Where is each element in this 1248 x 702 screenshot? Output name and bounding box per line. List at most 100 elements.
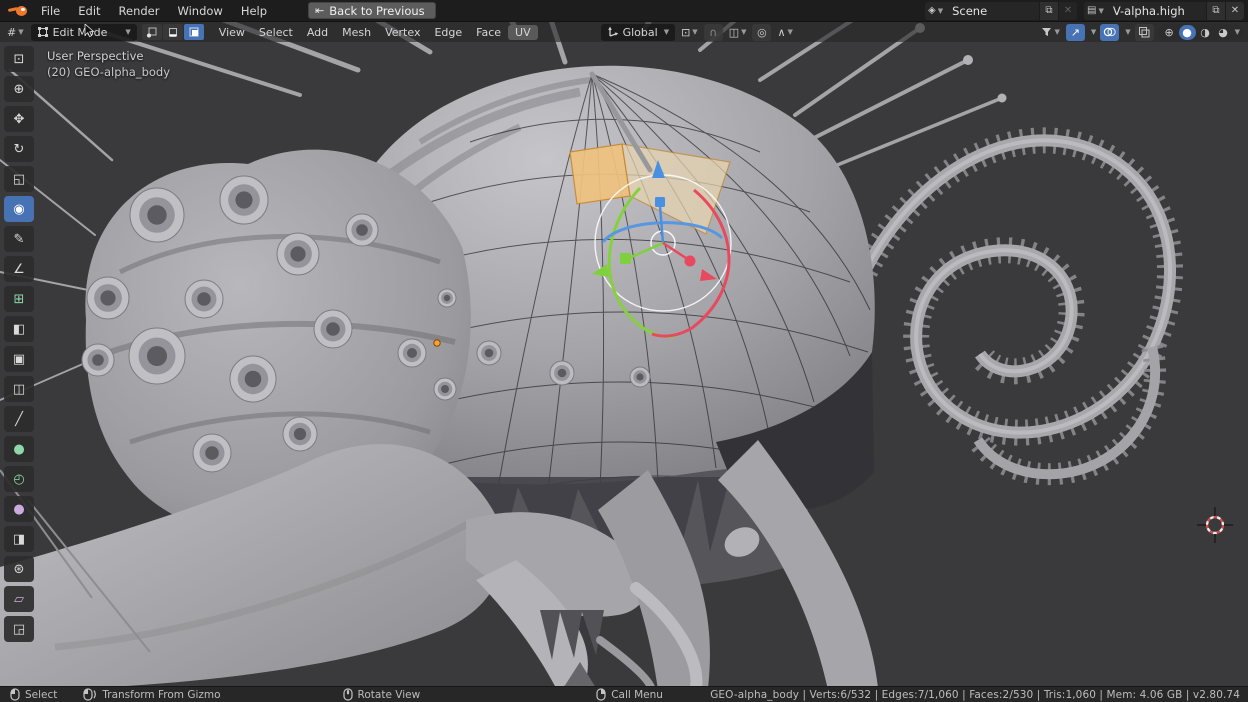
filter-funnel-icon <box>1041 27 1052 37</box>
chevron-down-icon: ▼ <box>741 28 746 36</box>
menu-add[interactable]: Add <box>300 25 335 40</box>
hint-rotate-label: Rotate View <box>358 689 421 701</box>
scene-name[interactable]: Scene <box>946 4 1039 18</box>
menu-view[interactable]: View <box>212 25 252 40</box>
mouse-right-icon <box>596 688 606 701</box>
pivot-point-icon: ⊡ <box>681 26 690 39</box>
menu-uv[interactable]: UV <box>508 25 538 40</box>
hint-call-menu: Call Menu <box>596 688 663 701</box>
scene-copy-button[interactable]: ⧉ <box>1039 2 1058 20</box>
close-icon: ✕ <box>1231 5 1239 16</box>
tool-annotate-button[interactable]: ✎ <box>4 226 34 252</box>
viewport-3d[interactable]: User Perspective (20) GEO-alpha_body <box>0 22 1248 686</box>
blender-logo-icon[interactable] <box>8 4 28 18</box>
pivot-point-dropdown[interactable]: ⊡ ▼ <box>679 24 700 41</box>
proportional-editing-button[interactable]: ◎ <box>752 24 771 41</box>
chevron-down-icon: ▼ <box>938 7 943 15</box>
chevron-down-icon[interactable]: ▼ <box>1235 28 1240 36</box>
menu-vertex[interactable]: Vertex <box>378 25 427 40</box>
view-layer-close-button[interactable]: ✕ <box>1225 2 1244 20</box>
hint-rotate-view: Rotate View <box>343 688 421 701</box>
selectability-filter-dropdown[interactable]: ▼ <box>1039 24 1061 41</box>
tool-shrink-fatten-button[interactable]: ⊛ <box>4 556 34 582</box>
edit-mode-icon <box>37 26 49 38</box>
face-select-icon <box>188 26 200 38</box>
menu-mesh[interactable]: Mesh <box>335 25 378 40</box>
menu-face[interactable]: Face <box>469 25 508 40</box>
chevron-down-icon: ▼ <box>692 28 697 36</box>
tool-inset-faces-button[interactable]: ▣ <box>4 346 34 372</box>
editor-3d-viewport-icon: # <box>7 26 16 39</box>
tool-edge-slide-button[interactable]: ◨ <box>4 526 34 552</box>
mode-label: Edit Mode <box>53 26 108 39</box>
tool-rip-region-button[interactable]: ◲ <box>4 616 34 642</box>
tool-smooth-button[interactable]: ● <box>4 496 34 522</box>
vertex-select-icon <box>146 26 158 38</box>
xray-toggle-button[interactable] <box>1135 24 1154 41</box>
tool-move-button[interactable]: ✥ <box>4 106 34 132</box>
show-gizmo-button[interactable]: ↗ <box>1066 24 1085 41</box>
menu-render[interactable]: Render <box>110 0 169 22</box>
hint-select: Select <box>10 688 57 701</box>
tool-transform-button[interactable]: ◉ <box>4 196 34 222</box>
tool-select-box-button[interactable]: ⊡ <box>4 46 34 72</box>
viewport-menus: View Select Add Mesh Vertex Edge Face UV <box>212 25 538 40</box>
view-layer-name[interactable]: V-alpha.high <box>1107 4 1206 18</box>
menu-edge[interactable]: Edge <box>427 25 469 40</box>
tool-shear-button[interactable]: ▱ <box>4 586 34 612</box>
chevron-down-icon: ▼ <box>125 28 130 36</box>
menu-help[interactable]: Help <box>232 0 276 22</box>
back-arrow-icon: ⇤ <box>315 4 324 17</box>
mouse-middle-icon <box>343 688 353 701</box>
edge-select-button[interactable] <box>163 24 183 40</box>
tool-rotate-button[interactable]: ↻ <box>4 136 34 162</box>
shading-material-button[interactable]: ◑ <box>1197 25 1214 40</box>
face-select-button[interactable] <box>184 24 204 40</box>
mouse-left-icon <box>10 688 20 701</box>
hint-call-menu-label: Call Menu <box>611 689 663 701</box>
show-overlays-button[interactable] <box>1100 24 1119 41</box>
tool-poly-build-button[interactable]: ● <box>4 436 34 462</box>
tool-measure-button[interactable]: ∠ <box>4 256 34 282</box>
blender-logo-disc <box>16 6 27 16</box>
editor-type-button[interactable]: # ▼ <box>0 26 28 39</box>
menu-edit[interactable]: Edit <box>69 0 109 22</box>
view-layer-selector[interactable]: ▤ ▼ V-alpha.high ⧉ ✕ <box>1084 2 1244 20</box>
scene-close-button[interactable]: ✕ <box>1058 2 1077 20</box>
scene-browse-button[interactable]: ◈ ▼ <box>925 2 946 20</box>
shading-rendered-button[interactable]: ◕ <box>1215 25 1232 40</box>
chevron-down-icon[interactable]: ▼ <box>1125 28 1130 36</box>
menu-window[interactable]: Window <box>168 0 231 22</box>
snap-toggle-button[interactable]: ∩ <box>704 24 723 41</box>
tool-knife-button[interactable]: ╱ <box>4 406 34 432</box>
view-layer-copy-button[interactable]: ⧉ <box>1206 2 1225 20</box>
status-bar: Select Transform From Gizmo Rotate View … <box>0 686 1248 702</box>
viewport-header: # ▼ Edit Mode ▼ View Select Add Mesh <box>0 22 1248 42</box>
menu-select[interactable]: Select <box>252 25 300 40</box>
vertex-select-button[interactable] <box>142 24 162 40</box>
overlays-icon <box>1103 26 1116 38</box>
shading-mode-group: ⊕ ● ◑ ◕ ▼ <box>1158 24 1243 41</box>
tool-extrude-region-button[interactable]: ◧ <box>4 316 34 342</box>
tool-add-cube-button[interactable]: ⊞ <box>4 286 34 312</box>
back-to-previous-button[interactable]: ⇤ Back to Previous <box>308 2 436 19</box>
snap-with-dropdown[interactable]: ◫ ▼ <box>727 24 749 41</box>
shading-solid-button[interactable]: ● <box>1179 25 1196 40</box>
tool-cursor-button[interactable]: ⊕ <box>4 76 34 102</box>
shading-wireframe-button[interactable]: ⊕ <box>1161 25 1178 40</box>
scene-selector[interactable]: ◈ ▼ Scene ⧉ ✕ <box>925 2 1077 20</box>
tool-spin-button[interactable]: ◴ <box>4 466 34 492</box>
proportional-falloff-dropdown[interactable]: ∧ ▼ <box>775 24 794 41</box>
select-mode-group <box>142 24 204 40</box>
view-layer-browse-button[interactable]: ▤ ▼ <box>1084 2 1107 20</box>
transform-orientation-dropdown[interactable]: Global ▼ <box>601 24 675 41</box>
viewport-label-object: (20) GEO-alpha_body <box>47 65 170 79</box>
tool-loop-cut-button[interactable]: ◫ <box>4 376 34 402</box>
chevron-down-icon[interactable]: ▼ <box>1091 28 1096 36</box>
copy-icon: ⧉ <box>1045 5 1052 16</box>
viewport-label-perspective: User Perspective <box>47 49 143 63</box>
magnet-icon: ∩ <box>709 26 717 39</box>
chevron-down-icon: ▼ <box>1098 7 1103 15</box>
menu-file[interactable]: File <box>32 0 69 22</box>
tool-scale-button[interactable]: ◱ <box>4 166 34 192</box>
